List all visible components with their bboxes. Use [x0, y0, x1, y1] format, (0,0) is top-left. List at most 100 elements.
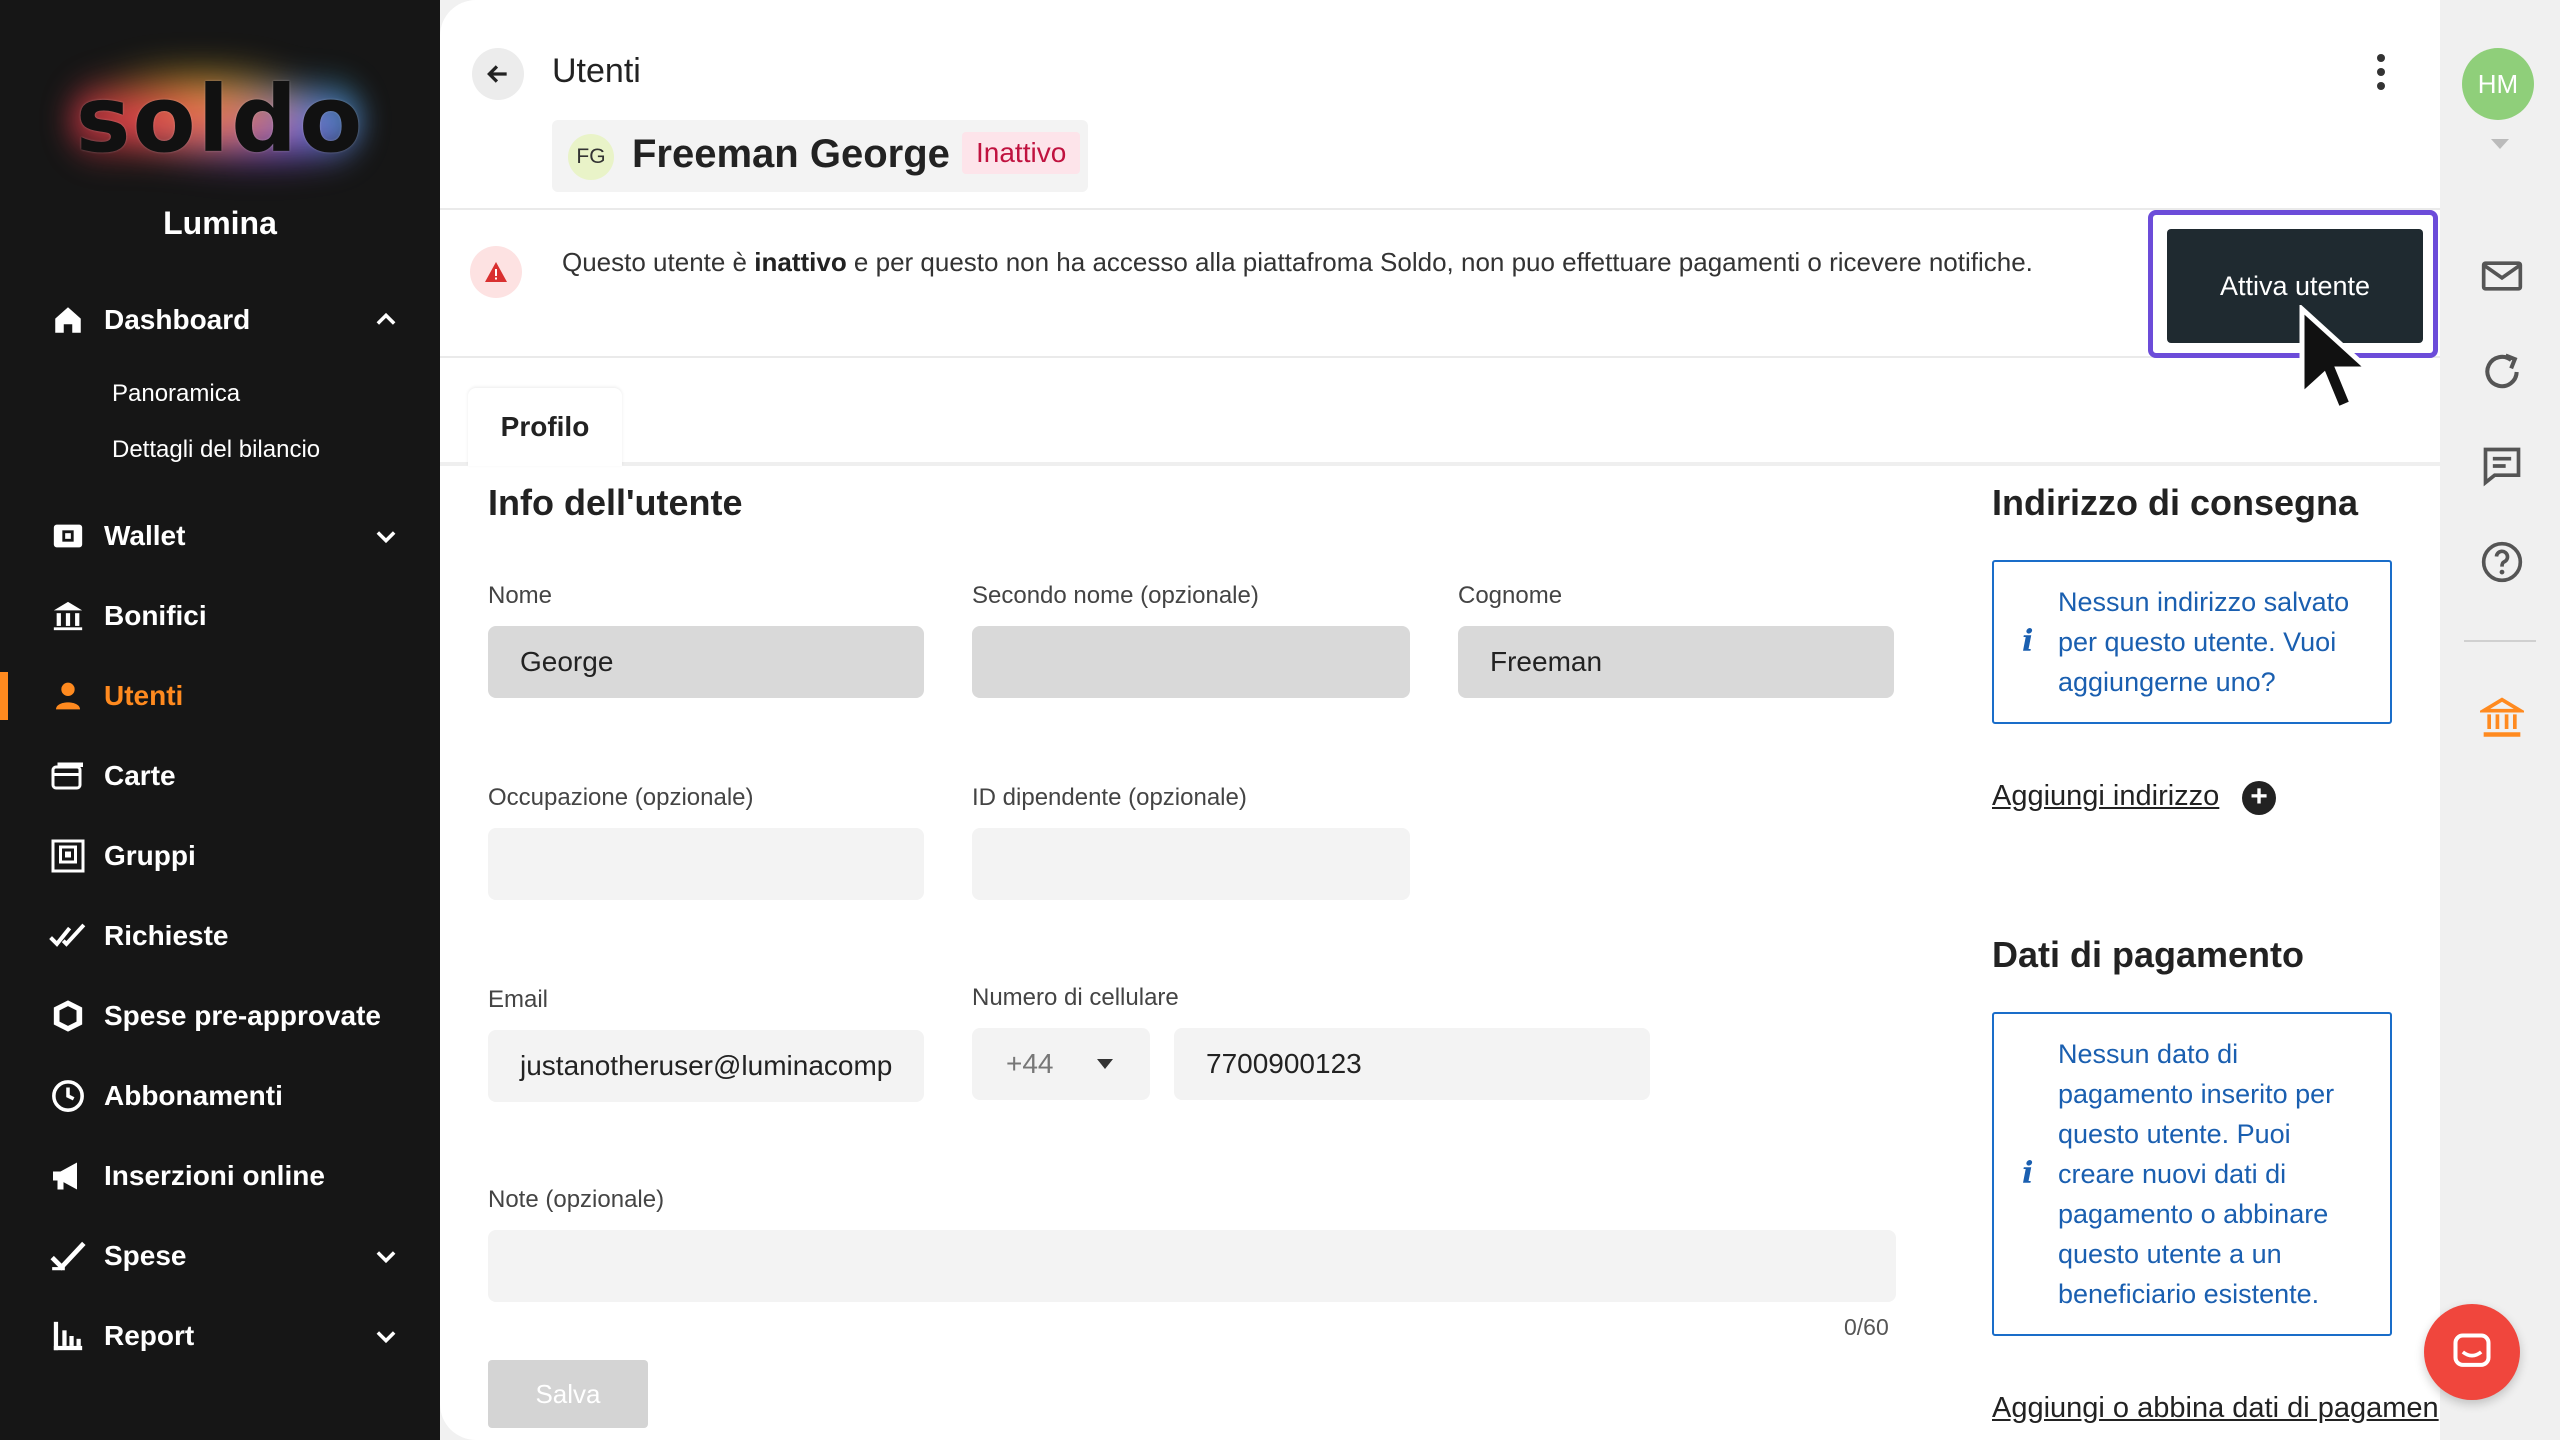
status-badge: Inattivo — [962, 132, 1081, 174]
mail-icon[interactable] — [2480, 254, 2524, 298]
tab-profilo[interactable]: Profilo — [468, 388, 622, 466]
no-payment-info-box: i Nessun dato di pagamento inserito per … — [1992, 1012, 2392, 1336]
arrow-left-icon — [487, 65, 507, 83]
sidebar-item-label: Dashboard — [104, 304, 251, 335]
active-indicator — [0, 672, 8, 720]
activate-user-button[interactable]: Attiva utente — [2167, 229, 2423, 343]
sidebar-item-spese-pre-approvate[interactable]: Spese pre-approvate — [0, 984, 440, 1048]
email-field[interactable]: justanotheruser@luminacomp — [488, 1030, 924, 1102]
sidebar-item-inserzioni-online[interactable]: Inserzioni online — [0, 1144, 440, 1208]
occupation-field[interactable] — [488, 828, 924, 900]
sidebar-item-spese[interactable]: Spese — [0, 1224, 440, 1288]
chevron-down-icon — [376, 1251, 396, 1264]
home-icon — [48, 300, 88, 340]
refresh-icon[interactable] — [2480, 350, 2524, 394]
sidebar-item-label: Wallet — [104, 520, 186, 551]
cards-icon — [48, 756, 88, 796]
shield-icon — [48, 996, 88, 1036]
info-icon: i — [2022, 1156, 2034, 1191]
user-icon — [48, 676, 88, 716]
sidebar-item-label: Abbonamenti — [104, 1080, 283, 1111]
phone-prefix-value: +44 — [1006, 1048, 1054, 1079]
more-options-icon[interactable] — [2375, 52, 2387, 92]
phone-number-field[interactable]: 7700900123 — [1174, 1028, 1650, 1100]
phone-label: Numero di cellulare — [972, 984, 1179, 1011]
phone-prefix-select[interactable]: +44 — [972, 1028, 1150, 1100]
bank-icon[interactable] — [2480, 696, 2524, 740]
sidebar-item-report[interactable]: Report — [0, 1304, 440, 1368]
sidebar-item-dashboard[interactable]: Dashboard — [0, 288, 440, 352]
clock-icon — [48, 1076, 88, 1116]
caret-down-icon[interactable] — [2490, 138, 2510, 150]
sidebar-item-gruppi[interactable]: Gruppi — [0, 824, 440, 888]
activate-focus-ring: Attiva utente — [2148, 210, 2438, 358]
sidebar-item-panoramica[interactable]: Panoramica — [112, 380, 240, 408]
chevron-up-icon — [376, 312, 396, 325]
support-chat-button[interactable] — [2424, 1304, 2520, 1400]
bank-transfer-icon — [48, 596, 88, 636]
main-panel: Utenti FG Freeman George Inattivo Questo… — [440, 0, 2440, 1440]
info-icon: i — [2022, 624, 2034, 659]
notes-label: Note (opzionale) — [488, 1186, 665, 1213]
address-section-title: Indirizzo di consegna — [1992, 482, 2359, 523]
info-text-line: Nessun indirizzo salvato — [2058, 587, 2350, 617]
middle-name-field[interactable] — [972, 626, 1410, 698]
sidebar-item-label: Bonifici — [104, 600, 207, 631]
info-text-line: creare nuovi dati di — [2058, 1159, 2287, 1189]
notes-field[interactable] — [488, 1230, 1896, 1302]
mouse-cursor-icon — [2299, 305, 2375, 413]
sidebar-item-bonifici[interactable]: Bonifici — [0, 584, 440, 648]
sidebar-item-label: Report — [104, 1320, 195, 1351]
first-name-field[interactable]: George — [488, 626, 924, 698]
company-name: Lumina — [163, 205, 277, 241]
brand-wordmark: soldo — [75, 66, 365, 173]
sidebar-item-label: Carte — [104, 760, 176, 791]
payment-section-title: Dati di pagamento — [1992, 934, 2305, 975]
middle-name-label: Secondo nome (opzionale) — [972, 582, 1259, 609]
tab-bar — [440, 462, 2440, 466]
sidebar-item-wallet[interactable]: Wallet — [0, 504, 440, 568]
user-name: Freeman George — [632, 132, 950, 176]
info-section-title: Info dell'utente — [488, 482, 743, 523]
sidebar-item-dettagli-bilancio[interactable]: Dettagli del bilancio — [112, 436, 320, 464]
chat-bubble-icon — [2453, 1333, 2491, 1367]
alert-message: Questo utente è inattivo e per questo no… — [562, 247, 2033, 277]
last-name-field[interactable]: Freeman — [1458, 626, 1894, 698]
chevron-down-icon — [376, 1331, 396, 1344]
no-address-info-box: i Nessun indirizzo salvato per questo ut… — [1992, 560, 2392, 724]
right-toolbar: HM — [2440, 0, 2560, 1440]
email-label: Email — [488, 986, 549, 1013]
add-payment-link[interactable]: Aggiungi o abbina dati di pagamen — [1992, 1392, 2439, 1425]
sidebar-item-abbonamenti[interactable]: Abbonamenti — [0, 1064, 440, 1128]
caret-down-icon — [1097, 1059, 1113, 1069]
employee-id-label: ID dipendente (opzionale) — [972, 784, 1247, 811]
sidebar: soldo Lumina Dashboard Panoramica Dettag… — [0, 0, 440, 1440]
chat-icon[interactable] — [2480, 444, 2524, 488]
sidebar-item-utenti[interactable]: Utenti — [0, 664, 440, 728]
sidebar-item-carte[interactable]: Carte — [0, 744, 440, 808]
sidebar-item-label: Utenti — [104, 680, 184, 711]
warning-icon — [470, 246, 522, 298]
sidebar-item-richieste[interactable]: Richieste — [0, 904, 440, 968]
back-button[interactable] — [472, 48, 524, 100]
info-text-line: pagamento inserito per — [2058, 1079, 2335, 1109]
info-text-line: questo utente. Puoi — [2058, 1119, 2291, 1149]
page-title: Utenti — [552, 52, 641, 90]
sidebar-item-label: Gruppi — [104, 840, 196, 871]
check-icon — [48, 1236, 88, 1276]
employee-id-field[interactable] — [972, 828, 1410, 900]
info-text-line: aggiungerne uno? — [2058, 667, 2276, 697]
notes-counter: 0/60 — [1844, 1314, 1889, 1340]
add-address-link[interactable]: Aggiungi indirizzo — [1992, 780, 2219, 813]
inactive-alert: Questo utente è inattivo e per questo no… — [440, 208, 2440, 358]
info-text-line: pagamento o abbinare — [2058, 1199, 2329, 1229]
info-text-line: beneficiario esistente. — [2058, 1279, 2320, 1309]
account-avatar[interactable]: HM — [2462, 48, 2534, 120]
user-avatar: FG — [568, 134, 614, 180]
soldo-logo: soldo — [60, 55, 380, 185]
save-button[interactable]: Salva — [488, 1360, 648, 1428]
add-circle-icon[interactable]: + — [2242, 781, 2276, 815]
help-icon[interactable] — [2480, 540, 2524, 584]
chart-icon — [48, 1316, 88, 1356]
first-name-label: Nome — [488, 582, 553, 609]
